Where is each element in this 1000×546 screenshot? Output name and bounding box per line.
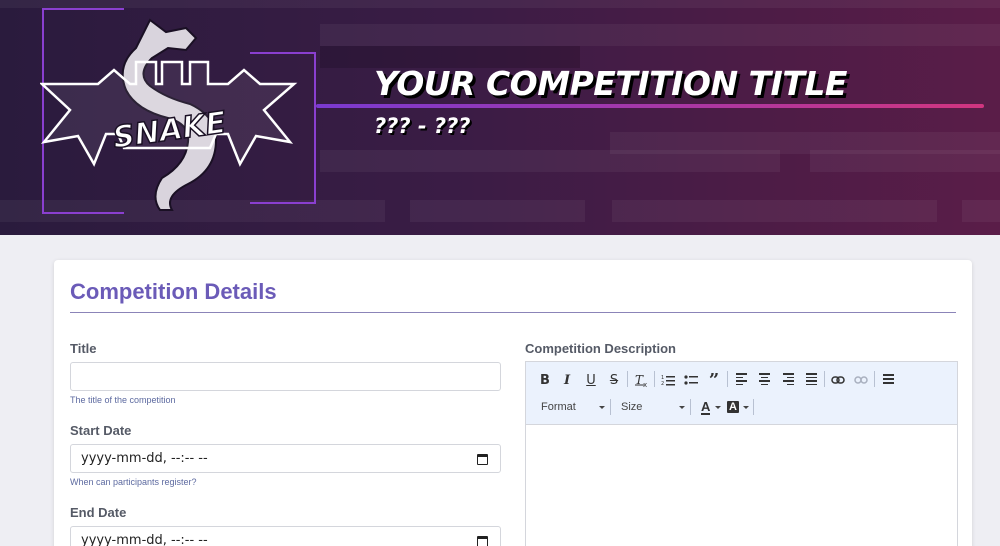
heading-divider xyxy=(70,312,956,313)
svg-text:x: x xyxy=(643,381,647,387)
size-dropdown-label: Size xyxy=(621,401,643,413)
start-date-label: Start Date xyxy=(70,423,132,438)
blockquote-icon[interactable]: ” xyxy=(704,370,724,391)
competition-details-card: Competition Details Title The title of t… xyxy=(54,260,972,546)
toolbar-separator xyxy=(690,399,691,415)
start-date-value: yyyy-mm-dd, --:-- -- xyxy=(81,451,208,466)
link-icon[interactable] xyxy=(828,371,848,389)
align-right-icon[interactable] xyxy=(778,371,798,389)
ordered-list-icon[interactable]: 12 xyxy=(658,371,678,389)
background-color-button[interactable]: A xyxy=(727,398,749,416)
size-dropdown[interactable]: Size xyxy=(621,398,685,416)
rich-text-editor[interactable]: B I U S Tx 12 ” Format Size A A xyxy=(525,361,958,546)
chevron-down-icon xyxy=(715,406,721,409)
calendar-icon[interactable] xyxy=(477,454,488,465)
banner-stripe xyxy=(0,0,1000,8)
chevron-down-icon xyxy=(743,406,749,409)
chevron-down-icon xyxy=(679,406,685,409)
editor-toolbar: B I U S Tx 12 ” Format Size A A xyxy=(526,362,957,425)
banner-stripe xyxy=(320,24,1000,46)
clear-format-icon[interactable]: Tx xyxy=(631,371,651,389)
end-date-value: yyyy-mm-dd, --:-- -- xyxy=(81,533,208,546)
align-left-icon[interactable] xyxy=(731,371,751,389)
toolbar-separator xyxy=(627,371,628,387)
calendar-icon[interactable] xyxy=(477,536,488,546)
toolbar-separator xyxy=(610,399,611,415)
background-color-icon: A xyxy=(727,401,739,413)
italic-icon[interactable]: I xyxy=(557,371,577,389)
end-date-label: End Date xyxy=(70,505,127,520)
bullet-list-icon[interactable] xyxy=(681,371,701,389)
title-underline xyxy=(316,104,984,108)
justify-icon[interactable] xyxy=(801,371,821,389)
banner-stripe xyxy=(612,200,937,222)
header-banner: SNAKE YOUR COMPETITION TITLE ??? - ??? xyxy=(0,0,1000,235)
horizontal-rule-icon[interactable] xyxy=(878,371,898,389)
title-label: Title xyxy=(70,341,97,356)
end-date-input[interactable]: yyyy-mm-dd, --:-- -- xyxy=(70,526,501,546)
description-label: Competition Description xyxy=(525,341,676,356)
start-date-help-text: When can participants register? xyxy=(70,477,197,487)
format-dropdown[interactable]: Format xyxy=(541,398,605,416)
card-heading: Competition Details xyxy=(70,279,277,304)
banner-stripe xyxy=(410,200,585,222)
format-dropdown-label: Format xyxy=(541,401,576,413)
toolbar-separator xyxy=(654,371,655,387)
banner-stripe xyxy=(810,150,1000,172)
bold-icon[interactable]: B xyxy=(535,371,555,389)
competition-title: YOUR COMPETITION TITLE xyxy=(374,64,847,103)
strikethrough-icon[interactable]: S xyxy=(604,371,624,389)
title-input[interactable] xyxy=(70,362,501,391)
toolbar-separator xyxy=(727,371,728,387)
title-help-text: The title of the competition xyxy=(70,395,176,405)
unlink-icon[interactable] xyxy=(851,371,871,389)
text-color-button[interactable]: A xyxy=(701,398,721,416)
snake-logo-icon: SNAKE xyxy=(40,18,298,211)
align-center-icon[interactable] xyxy=(754,371,774,389)
underline-icon[interactable]: U xyxy=(581,371,601,389)
chevron-down-icon xyxy=(599,406,605,409)
text-color-icon: A xyxy=(701,398,711,415)
banner-stripe xyxy=(962,200,1000,222)
toolbar-separator xyxy=(874,371,875,387)
banner-stripe xyxy=(320,150,780,172)
svg-text:2: 2 xyxy=(661,381,664,386)
competition-dates: ??? - ??? xyxy=(374,114,471,138)
toolbar-separator xyxy=(753,399,754,415)
toolbar-separator xyxy=(824,371,825,387)
start-date-input[interactable]: yyyy-mm-dd, --:-- -- xyxy=(70,444,501,473)
